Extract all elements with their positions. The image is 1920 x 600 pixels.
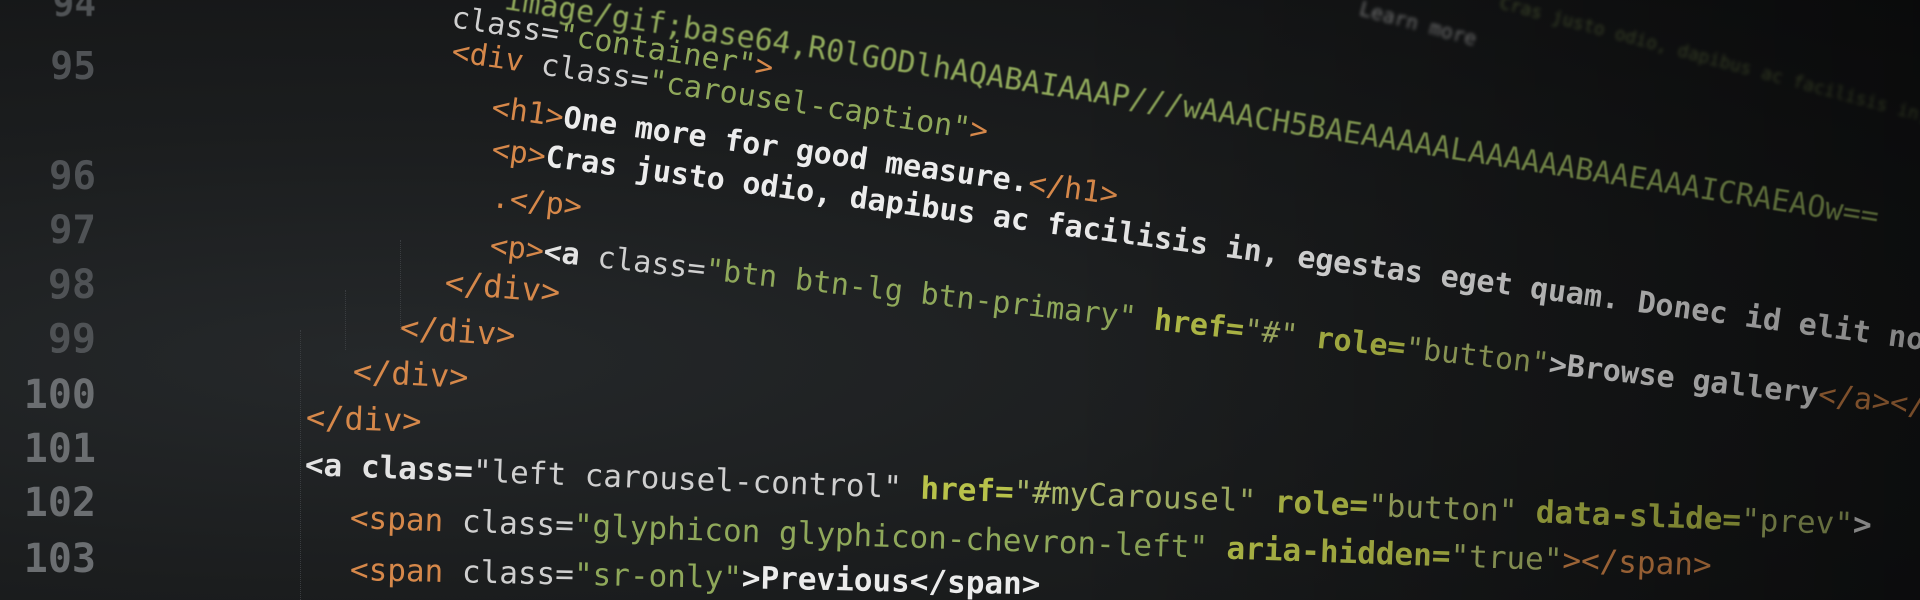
- code-tag: <span: [349, 552, 463, 591]
- code-string: "sr-only": [573, 556, 743, 597]
- code-string: "button": [1403, 330, 1551, 382]
- code-attr: href=: [901, 469, 1015, 511]
- code-line: .</p>: [490, 180, 583, 224]
- code-tag: </div>: [305, 398, 423, 441]
- editor-pane[interactable]: 94 95 96 97 98 99 100 101 102 103 image/…: [0, 0, 1920, 600]
- code-string: image/gif;base64,R0lGODlhAQABAIAAAP///wA…: [502, 0, 1882, 235]
- code-tag: </div>: [352, 352, 470, 397]
- code-line: image/gif;base64,R0lGODlhAQABAIAAAP///wA…: [502, 0, 1881, 234]
- code-line: Learn more: [1357, 0, 1480, 51]
- code-line: </div>: [352, 352, 469, 396]
- code-tag: </a></p>: [1816, 377, 1920, 428]
- code-tag: >: [1852, 506, 1873, 544]
- code-string: "prev": [1740, 502, 1854, 543]
- code-string: "button": [1367, 487, 1518, 530]
- code-tag: <p>: [489, 132, 549, 175]
- code-attr: class=: [461, 554, 575, 593]
- line-number: 102: [23, 480, 96, 526]
- indent-guide: [345, 290, 346, 350]
- line-number: 97: [49, 208, 96, 253]
- code-attr: class=: [595, 240, 708, 288]
- code-line: <span class="sr-only">Previous</span>: [350, 552, 1041, 600]
- code-tag: </div>: [443, 263, 562, 312]
- code-attr: href=: [1134, 300, 1246, 348]
- code-string: "glyphicon glyphicon-chevron-left": [573, 507, 1209, 566]
- line-number: 99: [47, 316, 96, 362]
- code-string: "true": [1449, 538, 1564, 579]
- code-attr: aria-hidden=: [1207, 529, 1452, 575]
- code-attr: class=: [360, 449, 474, 490]
- code-string: "btn btn-lg btn-primary": [703, 252, 1139, 336]
- line-number: 103: [23, 536, 96, 582]
- code-tag: >: [967, 111, 991, 149]
- code-line: </div>: [305, 398, 422, 440]
- code-string: "#myCarousel": [1013, 474, 1257, 520]
- code-string: "#": [1241, 312, 1300, 354]
- code-tag: <span: [349, 500, 463, 540]
- line-number: 98: [47, 262, 96, 308]
- code-tag: </div>: [398, 308, 517, 355]
- line-number: 95: [50, 44, 96, 88]
- code-text: Learn more: [1356, 0, 1480, 51]
- code-tag: .</p>: [490, 180, 584, 225]
- code-editor-screen: 94 95 96 97 98 99 100 101 102 103 image/…: [0, 0, 1920, 600]
- line-number: 94: [52, 0, 96, 25]
- code-attr: data-slide=: [1516, 493, 1742, 539]
- code-text: >Previous</span>: [741, 560, 1041, 600]
- code-line: </div>: [399, 308, 517, 354]
- indent-guide: [300, 330, 301, 600]
- line-number: 96: [49, 154, 96, 199]
- code-attr: role=: [1255, 483, 1369, 524]
- code-tag: <a: [304, 447, 362, 486]
- code-tag: <a: [541, 234, 600, 275]
- code-attr: role=: [1295, 318, 1408, 366]
- code-tag: ></span>: [1561, 542, 1713, 584]
- code-line: </div>: [443, 263, 561, 311]
- code-string: "left carousel-control": [472, 453, 903, 506]
- line-number-gutter: 94 95 96 97 98 99 100 101 102 103: [0, 0, 110, 600]
- code-text: >Browse gallery: [1547, 346, 1821, 412]
- code-attr: class=: [461, 503, 575, 544]
- code-tag: <p>: [488, 228, 546, 269]
- line-number: 100: [23, 372, 96, 418]
- code-tag: <h1>: [489, 90, 566, 135]
- line-number: 101: [23, 426, 96, 472]
